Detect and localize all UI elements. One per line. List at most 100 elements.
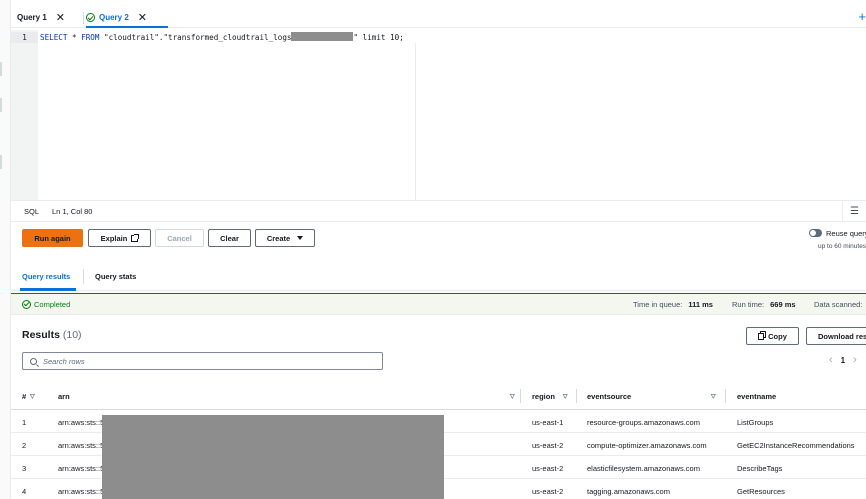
line-number: 1: [22, 33, 27, 42]
chevron-left-icon[interactable]: ‹: [829, 354, 833, 366]
cell-eventsource: tagging.amazonaws.com: [587, 486, 670, 496]
cell-eventname: GetEC2InstanceRecommendations: [737, 440, 855, 450]
chevron-down-icon: [297, 236, 304, 240]
tab-query-results[interactable]: Query results: [22, 262, 70, 291]
chevron-right-icon[interactable]: ›: [853, 354, 857, 366]
close-icon[interactable]: ✕: [56, 11, 65, 24]
tab-query-2[interactable]: Query 2 ✕: [86, 7, 147, 28]
reuse-label: Reuse query results: [826, 229, 866, 238]
download-label: Download results: [818, 331, 866, 341]
tab-query-stats[interactable]: Query stats: [95, 262, 136, 291]
copy-label: Copy: [768, 331, 787, 341]
cursor-position: Ln 1, Col 80: [52, 206, 93, 216]
cell-arn: arn:aws:sts::5: [58, 440, 105, 450]
column-header-arn[interactable]: arn: [58, 382, 70, 410]
explain-label: Explain: [100, 233, 128, 243]
cell-arn: arn:aws:sts::5: [58, 417, 105, 427]
tab-divider: [83, 269, 84, 284]
editor-language: SQL: [24, 206, 40, 216]
download-results-button[interactable]: Download results: [806, 327, 866, 345]
column-label: arn: [58, 391, 70, 401]
column-label: eventname: [737, 391, 777, 401]
explain-button[interactable]: Explain: [88, 229, 151, 247]
cell-number: 4: [22, 486, 27, 496]
reuse-results-toggle[interactable]: Reuse query results: [809, 229, 866, 238]
completed-status: Completed: [22, 299, 71, 309]
cancel-button[interactable]: Cancel: [155, 229, 204, 247]
sort-icon[interactable]: ▽: [30, 393, 35, 400]
column-header-eventsource[interactable]: eventsource: [587, 382, 631, 410]
time-in-queue: Time in queue: 111 ms: [633, 294, 713, 314]
add-query-tab-icon[interactable]: +: [858, 9, 866, 24]
cell-eventname: GetResources: [737, 486, 785, 496]
results-count: (10): [62, 329, 82, 341]
active-tab-indicator: [20, 288, 76, 291]
completed-label: Completed: [34, 299, 71, 309]
success-check-icon: [86, 13, 95, 22]
column-label: #: [22, 391, 27, 401]
search-input[interactable]: [43, 356, 363, 366]
sort-icon[interactable]: ▽: [711, 393, 716, 400]
cell-region: us-east-2: [532, 486, 564, 496]
close-icon[interactable]: ✕: [138, 11, 147, 24]
tab-query-1[interactable]: Query 1 ✕: [17, 7, 65, 28]
completed-banner: Completed Time in queue: 111 ms Run time…: [11, 293, 866, 315]
external-link-icon: [131, 233, 140, 242]
keyword-from: FROM: [81, 33, 100, 42]
cell-eventsource: resource-groups.amazonaws.com: [587, 417, 700, 427]
table-header: # ▽ arn ▽ region ▽ eventsource ▽ eventname: [11, 382, 866, 410]
sort-icon[interactable]: ▽: [563, 393, 568, 400]
current-page[interactable]: 1: [841, 356, 845, 365]
column-header-number[interactable]: # ▽: [22, 382, 35, 410]
column-divider: [520, 389, 521, 403]
results-title-label: Results: [22, 329, 60, 341]
redacted-region: [291, 32, 354, 41]
time-in-queue-value: 111 ms: [688, 299, 713, 309]
run-again-button[interactable]: Run again: [22, 229, 83, 247]
query-tabs-bar: Query 1 ✕ Query 2 ✕ +: [11, 7, 866, 28]
search-rows-field[interactable]: [22, 352, 383, 370]
create-label: Create: [266, 233, 291, 243]
cell-region: us-east-2: [532, 440, 564, 450]
active-tab-indicator: [86, 26, 168, 28]
sort-icon[interactable]: ▽: [510, 393, 515, 400]
clear-button[interactable]: Clear: [208, 229, 251, 247]
column-filter-eventsource[interactable]: ▽: [707, 382, 716, 410]
search-icon: [30, 357, 37, 365]
column-header-eventname[interactable]: eventname: [737, 382, 776, 410]
column-label: region: [532, 391, 555, 401]
panel-marker: [0, 62, 2, 76]
keyword-select: SELECT: [40, 33, 68, 42]
editor-status-bar: SQL Ln 1, Col 80 ☰: [11, 200, 866, 222]
column-header-region[interactable]: region ▽: [532, 382, 568, 410]
cell-number: 3: [22, 463, 27, 473]
column-label: eventsource: [587, 391, 632, 401]
format-query-icon[interactable]: ☰: [842, 201, 866, 222]
cell-arn: arn:aws:sts::5: [58, 463, 105, 473]
column-divider: [576, 389, 577, 403]
code-line[interactable]: SELECT * FROM "cloudtrail"."transformed_…: [40, 32, 404, 43]
cell-region: us-east-2: [532, 463, 564, 473]
clear-label: Clear: [220, 233, 239, 243]
copy-button[interactable]: Copy: [746, 327, 799, 345]
tab-divider: [83, 12, 84, 24]
copy-icon: [758, 332, 765, 340]
run-time-label: Run time:: [732, 299, 765, 309]
panel-marker: [0, 155, 2, 169]
cell-region: us-east-1: [532, 417, 564, 427]
create-button[interactable]: Create: [255, 229, 315, 247]
left-side-panel: [0, 0, 11, 499]
cancel-label: Cancel: [167, 233, 192, 243]
run-again-label: Run again: [34, 233, 71, 243]
sql-editor[interactable]: 1 SELECT * FROM "cloudtrail"."transforme…: [11, 30, 866, 200]
run-time: Run time: 669 ms: [732, 294, 796, 314]
toggle-switch-icon[interactable]: [809, 229, 822, 237]
tab-query-2-label: Query 2: [99, 13, 129, 22]
cell-number: 2: [22, 440, 27, 450]
data-scanned-label: Data scanned:: [814, 299, 863, 309]
reuse-subtext: up to 60 minutes ago: [818, 243, 866, 250]
cell-eventname: DescribeTags: [737, 463, 783, 473]
panel-marker: [0, 98, 2, 112]
column-filter-arn[interactable]: ▽: [506, 382, 515, 410]
result-tabs: Query results Query stats: [11, 262, 866, 291]
